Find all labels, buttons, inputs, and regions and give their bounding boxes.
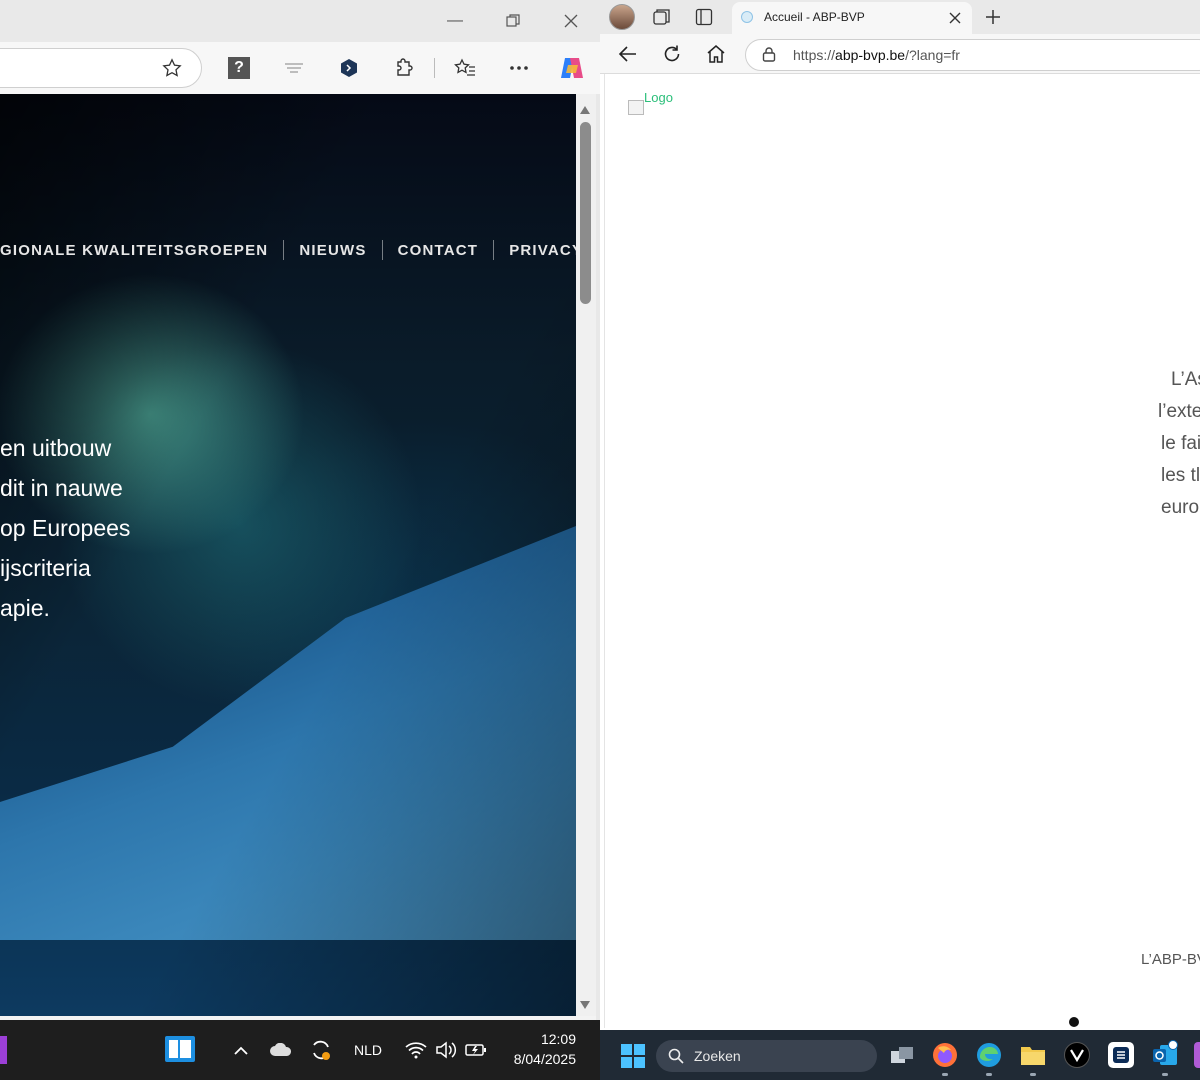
taskbar-search-box[interactable] bbox=[656, 1040, 877, 1072]
nav-separator bbox=[283, 240, 285, 260]
running-app-indicator bbox=[942, 1073, 948, 1076]
input-language-indicator[interactable]: NLD bbox=[354, 1042, 382, 1058]
wifi-icon[interactable] bbox=[404, 1040, 428, 1060]
hero-line: ijscriteria bbox=[0, 555, 91, 581]
refresh-icon[interactable] bbox=[662, 44, 682, 69]
sync-app-icon[interactable] bbox=[1108, 1042, 1134, 1068]
url-host: abp-bvp.be bbox=[835, 47, 906, 63]
intro-line: l’exte bbox=[1158, 401, 1200, 422]
edge-icon[interactable] bbox=[976, 1042, 1002, 1068]
app-icon-partial[interactable] bbox=[1194, 1042, 1200, 1068]
nav-separator bbox=[381, 240, 383, 260]
volume-icon[interactable] bbox=[434, 1040, 458, 1060]
url-path: /?lang=fr bbox=[905, 47, 960, 63]
help-extension-icon[interactable]: ? bbox=[224, 54, 254, 82]
nav-item-regional-groups[interactable]: GIONALE KWALITEITSGROEPEN bbox=[0, 242, 268, 259]
notification-badge bbox=[1168, 1040, 1178, 1050]
url-text[interactable]: https://abp-bvp.be/?lang=fr bbox=[793, 47, 960, 63]
running-app-indicator bbox=[986, 1073, 992, 1076]
toolbar-divider bbox=[434, 58, 435, 78]
url-scheme: https:// bbox=[793, 47, 836, 63]
hero-line: dit in nauwe bbox=[0, 475, 123, 501]
scroll-down-arrow-icon[interactable] bbox=[579, 997, 591, 1015]
nav-item-contact[interactable]: CONTACT bbox=[398, 242, 479, 259]
site-lock-icon[interactable] bbox=[762, 46, 776, 67]
task-view-icon[interactable] bbox=[889, 1042, 915, 1068]
vivaldi-icon[interactable] bbox=[1064, 1042, 1090, 1068]
taskview-app-icon[interactable] bbox=[165, 1036, 195, 1067]
tab-title: Accueil - ABP-BVP bbox=[764, 10, 865, 24]
hero-paragraph: en uitbouw dit in nauwe op Europees ijsc… bbox=[0, 428, 130, 628]
right-page-content bbox=[604, 74, 1200, 1028]
search-icon bbox=[668, 1048, 684, 1069]
running-app-indicator bbox=[1162, 1073, 1168, 1076]
show-hidden-icons-chevron-icon[interactable] bbox=[230, 1040, 252, 1060]
intro-paragraph-fr: L’As l’exte le fai les tl euro bbox=[1150, 364, 1200, 524]
nav-separator bbox=[493, 240, 495, 260]
favorite-star-icon[interactable] bbox=[157, 54, 187, 82]
hero-line: apie. bbox=[0, 595, 50, 621]
intro-line: L’As bbox=[1171, 369, 1200, 390]
clock-date[interactable]: 8/04/2025 bbox=[496, 1051, 576, 1067]
clock-time[interactable]: 12:09 bbox=[520, 1031, 576, 1047]
hexagon-extension-icon[interactable] bbox=[334, 54, 364, 82]
vertical-tabs-icon[interactable] bbox=[695, 8, 713, 31]
copilot-icon[interactable] bbox=[557, 54, 587, 82]
profile-avatar[interactable] bbox=[609, 4, 635, 30]
nav-item-news[interactable]: NIEUWS bbox=[299, 242, 366, 259]
hero-line: en uitbouw bbox=[0, 435, 112, 461]
hero-line: op Europees bbox=[0, 515, 131, 541]
site-navigation: GIONALE KWALITEITSGROEPEN NIEUWS CONTACT… bbox=[0, 240, 583, 260]
onedrive-cloud-icon[interactable] bbox=[268, 1040, 294, 1060]
site-logo[interactable]: Logo bbox=[644, 90, 673, 105]
close-window-icon[interactable] bbox=[548, 4, 594, 38]
broken-image-icon bbox=[628, 100, 644, 115]
minimize-icon[interactable]: — bbox=[432, 4, 478, 38]
running-app-indicator bbox=[1030, 1073, 1036, 1076]
intro-line: les tl bbox=[1161, 465, 1200, 486]
firefox-icon[interactable] bbox=[932, 1042, 958, 1068]
nav-item-privacy[interactable]: PRIVACY bbox=[509, 242, 583, 259]
more-options-icon[interactable] bbox=[504, 54, 534, 82]
slider-dot-indicator[interactable] bbox=[1069, 1017, 1079, 1027]
intro-line: le fai bbox=[1161, 433, 1200, 454]
left-taskbar bbox=[0, 1020, 600, 1080]
left-scrollbar-thumb[interactable] bbox=[580, 122, 591, 304]
intro-line: euro bbox=[1161, 497, 1200, 518]
extension-icon[interactable] bbox=[279, 54, 309, 82]
file-explorer-icon[interactable] bbox=[1020, 1042, 1046, 1068]
workspaces-icon[interactable] bbox=[652, 8, 672, 31]
favorites-list-icon[interactable] bbox=[450, 54, 480, 82]
restore-icon[interactable] bbox=[490, 4, 536, 38]
scroll-up-arrow-icon[interactable] bbox=[579, 102, 591, 120]
app-icon-partial[interactable] bbox=[0, 1036, 7, 1064]
back-arrow-icon[interactable] bbox=[618, 45, 638, 68]
extensions-puzzle-icon[interactable] bbox=[389, 54, 419, 82]
windows-start-icon[interactable] bbox=[621, 1044, 645, 1073]
sync-icon[interactable] bbox=[308, 1038, 334, 1062]
site-favicon-icon bbox=[741, 11, 753, 23]
footer-text: L’ABP-BV bbox=[1141, 951, 1200, 968]
home-icon[interactable] bbox=[706, 44, 726, 69]
battery-charging-icon[interactable] bbox=[464, 1040, 488, 1060]
new-tab-plus-icon[interactable] bbox=[984, 8, 1002, 31]
close-tab-icon[interactable] bbox=[949, 11, 961, 29]
search-placeholder: Zoeken bbox=[694, 1048, 741, 1064]
